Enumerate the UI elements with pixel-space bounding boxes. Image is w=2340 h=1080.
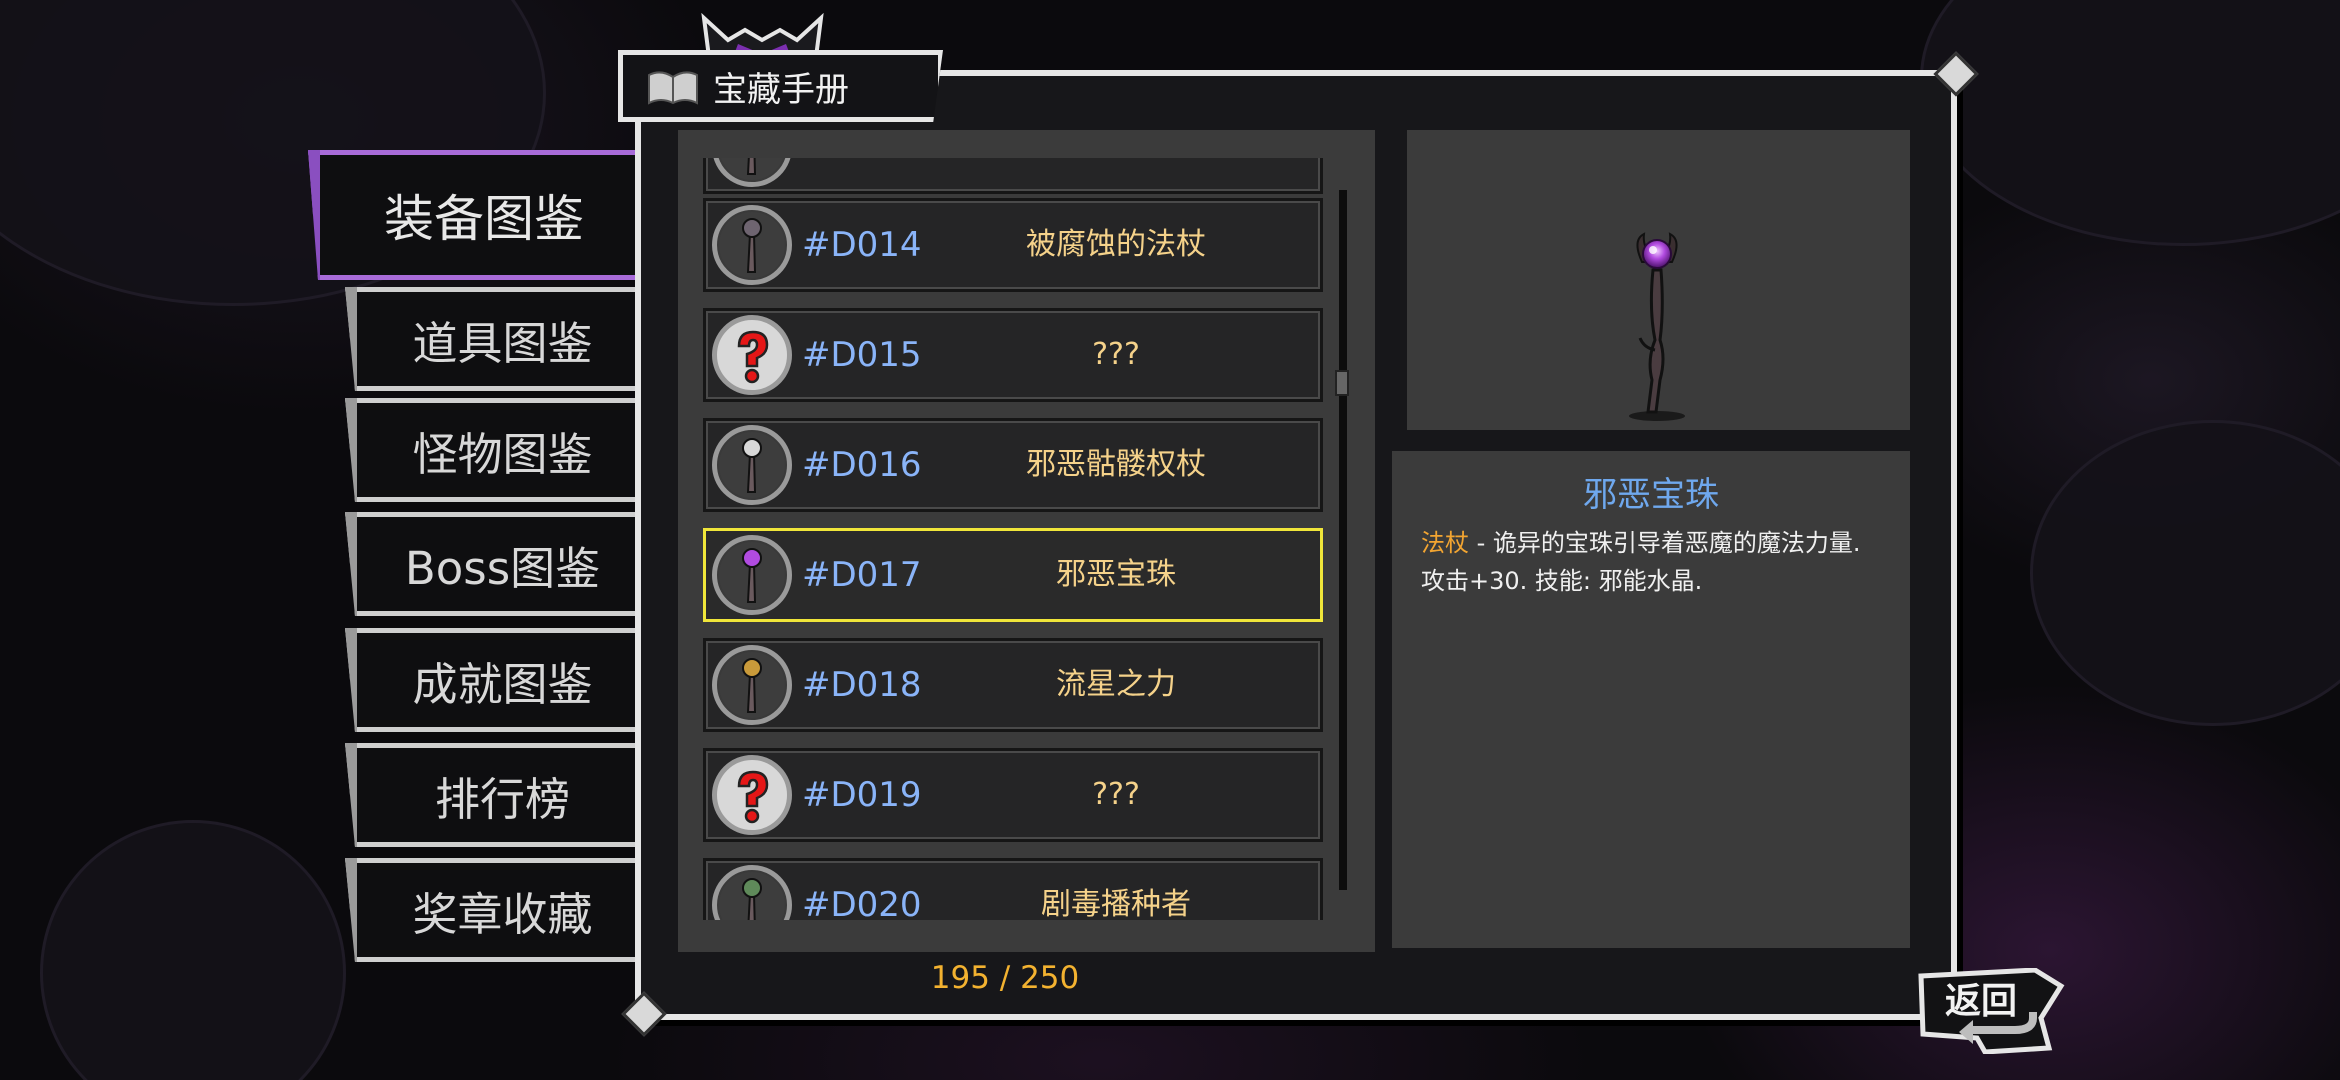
item-description-line1: 诡异的宝珠引导着恶魔的魔法力量. [1492, 529, 1861, 557]
evil-orb-staff-icon [712, 535, 792, 615]
item-code: #D015 [802, 335, 922, 375]
list-item[interactable] [703, 158, 1323, 194]
game-screen: 装备图鉴 道具图鉴 怪物图鉴 Boss图鉴 成就图鉴 排行榜 奖章收藏 宝藏手册… [0, 0, 2340, 1080]
item-name: 邪恶宝珠 [1056, 557, 1176, 592]
collection-count: 195 / 250 [930, 960, 1080, 996]
list-item[interactable]: #D019??? [703, 748, 1323, 842]
evil-orb-staff-icon [1629, 232, 1685, 421]
skull-scepter-icon [712, 425, 792, 505]
list-item[interactable]: #D018 流星之力 [703, 638, 1323, 732]
item-name: ??? [1092, 777, 1140, 812]
tab-items[interactable]: 道具图鉴 [345, 287, 635, 391]
item-code: #D018 [802, 665, 922, 705]
tab-leaderboard[interactable]: 排行榜 [345, 743, 635, 847]
background-rock [1920, 0, 2340, 246]
tab-equipment[interactable]: 装备图鉴 [308, 150, 635, 280]
item-description: 法杖 - 诡异的宝珠引导着恶魔的魔法力量. 攻击+30. 技能: 邪能水晶. [1421, 524, 1901, 600]
question-mark-icon [712, 755, 792, 835]
question-mark-icon [712, 315, 792, 395]
item-type: 法杖 [1421, 529, 1469, 557]
background-rock [40, 820, 346, 1080]
item-code: #D020 [802, 885, 922, 920]
item-preview-panel [1407, 130, 1910, 430]
staff-icon [712, 158, 792, 187]
tab-monsters[interactable]: 怪物图鉴 [345, 398, 635, 502]
item-name: 流星之力 [1056, 667, 1176, 702]
list-item[interactable]: #D014 被腐蚀的法杖 [703, 198, 1323, 292]
list-item[interactable]: #D020 剧毒播种者 [703, 858, 1323, 920]
item-name: 剧毒播种者 [1041, 887, 1191, 920]
item-type-separator: - [1469, 529, 1493, 557]
item-name: ??? [1092, 337, 1140, 372]
tab-bosses[interactable]: Boss图鉴 [345, 512, 635, 616]
item-description-line2: 攻击+30. 技能: 邪能水晶. [1421, 567, 1703, 595]
item-code: #D017 [802, 555, 922, 595]
meteor-staff-icon [712, 645, 792, 725]
poison-seeder-icon [712, 865, 792, 920]
item-title: 邪恶宝珠 [1583, 475, 1719, 515]
book-icon [648, 71, 698, 105]
page-title: 宝藏手册 [713, 69, 849, 110]
title-bar: 宝藏手册 [618, 50, 943, 122]
tab-achievements[interactable]: 成就图鉴 [345, 628, 635, 732]
item-code: #D016 [802, 445, 922, 485]
item-code: #D019 [802, 775, 922, 815]
equipment-list[interactable]: #D014 被腐蚀的法杖 #D015??? #D016 邪恶骷髅权杖 #D017 邪恶宝珠 #… [703, 158, 1325, 920]
item-name: 被腐蚀的法杖 [1026, 227, 1206, 262]
corroded-staff-icon [712, 205, 792, 285]
tab-medals[interactable]: 奖章收藏 [345, 858, 635, 962]
item-code: #D014 [802, 225, 922, 265]
item-name: 邪恶骷髅权杖 [1026, 447, 1206, 482]
background-rock [2030, 420, 2340, 726]
item-name [966, 158, 1266, 191]
list-item[interactable]: #D016 邪恶骷髅权杖 [703, 418, 1323, 512]
scrollbar-thumb[interactable] [1335, 370, 1349, 396]
back-button-label: 返回 [1944, 981, 2017, 1022]
scrollbar-track[interactable] [1339, 190, 1347, 890]
list-item-selected[interactable]: #D017 邪恶宝珠 [703, 528, 1323, 622]
list-item[interactable]: #D015??? [703, 308, 1323, 402]
